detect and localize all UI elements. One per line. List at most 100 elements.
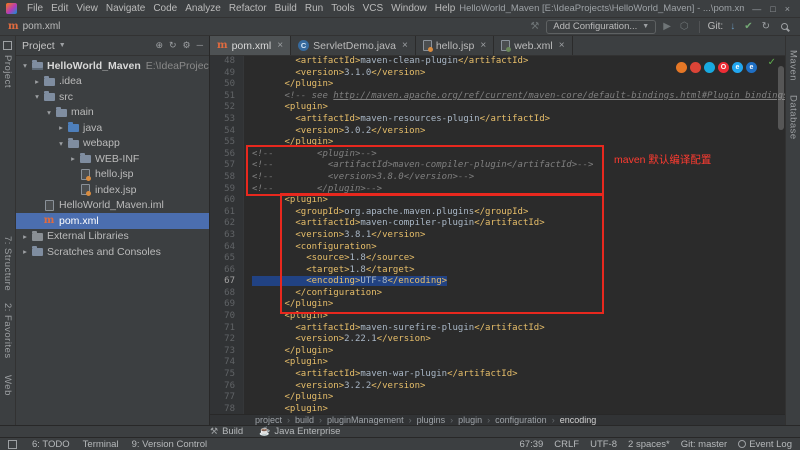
code-line[interactable]: 52 <plugin> [210,102,785,114]
tool-button-maven[interactable]: Maven [788,50,799,81]
tree-item-helloworld-maven[interactable]: ▾HelloWorld_MavenE:\IdeaProjects\HelloWo… [16,58,209,74]
chrome-icon[interactable] [690,62,701,73]
tab-pom-xml[interactable]: mpom.xml× [210,36,291,55]
menu-file[interactable]: File [23,2,47,15]
opera-icon[interactable]: O [718,62,729,73]
code-line[interactable]: 59<!-- </plugin>--> [210,184,785,196]
code-line[interactable]: 54 <version>3.0.2</version> [210,126,785,138]
menu-build[interactable]: Build [271,2,301,15]
tree-expand-arrow-icon[interactable]: ▸ [20,247,30,256]
breadcrumb-plugins[interactable]: plugins [417,415,446,425]
tool-button-2-favorites[interactable]: 2: Favorites [2,303,13,359]
code-line[interactable]: 56<!-- <plugin>--> [210,149,785,161]
tree-item-java[interactable]: ▸java [16,120,209,136]
code-line[interactable]: 51 <!-- see http://maven.apache.org/ref/… [210,91,785,103]
debug-icon[interactable]: ⬡ [678,21,691,32]
git-commit-icon[interactable]: ✔ [742,21,754,32]
close-icon[interactable]: × [277,40,283,51]
close-button[interactable]: × [785,4,790,14]
code-line[interactable]: 64 <configuration> [210,242,785,254]
tab-servletdemo-java[interactable]: CServletDemo.java× [291,36,416,55]
code-line[interactable]: 67 <encoding>UTF-8</encoding> [210,276,785,288]
breadcrumb-project[interactable]: project [255,415,282,425]
tab-hello-jsp[interactable]: hello.jsp× [416,36,494,55]
breadcrumb-configuration[interactable]: configuration [495,415,547,425]
maximize-button[interactable]: □ [770,4,775,14]
status-6-todo[interactable]: 6: TODO [32,439,70,450]
tree-expand-arrow-icon[interactable]: ▸ [68,154,78,163]
breadcrumb-plugin[interactable]: plugin [458,415,482,425]
menu-navigate[interactable]: Navigate [102,2,149,15]
ie-icon[interactable]: e [732,62,743,73]
menu-help[interactable]: Help [431,2,460,15]
safari-icon[interactable] [704,62,715,73]
tree-item-helloworld-maven-iml[interactable]: HelloWorld_Maven.iml [16,198,209,214]
tree-collapse-arrow-icon[interactable]: ▾ [20,61,30,70]
tool-window-icon[interactable] [3,41,12,50]
menu-code[interactable]: Code [149,2,181,15]
tree-collapse-arrow-icon[interactable]: ▾ [44,108,54,117]
locate-file-icon[interactable]: ⊕ [155,40,163,51]
code-line[interactable]: 70 <plugin> [210,311,785,323]
gear-icon[interactable]: ⚙ [183,40,191,51]
code-line[interactable]: 77 </plugin> [210,392,785,404]
search-icon[interactable] [781,23,788,30]
hide-panel-icon[interactable]: ─ [197,40,203,51]
tree-collapse-arrow-icon[interactable]: ▾ [32,92,42,101]
tool-button-database[interactable]: Database [788,95,799,140]
firefox-icon[interactable] [676,62,687,73]
status-event-log[interactable]: Event Log [738,439,792,450]
tool-button-java-enterprise[interactable]: ☕Java Enterprise [259,426,340,437]
menu-vcs[interactable]: VCS [359,2,388,15]
navbar-file[interactable]: m pom.xml [8,21,60,32]
minimize-button[interactable]: — [752,4,761,14]
code-line[interactable]: 65 <source>1.8</source> [210,253,785,265]
status-2-spaces[interactable]: 2 spaces* [628,439,670,450]
status-git-master[interactable]: Git: master [681,439,727,450]
menu-view[interactable]: View [72,2,102,15]
tree-expand-arrow-icon[interactable]: ▸ [56,123,66,132]
code-line[interactable]: 68 </configuration> [210,288,785,300]
code-line[interactable]: 69 </plugin> [210,299,785,311]
tool-button-7-structure[interactable]: 7: Structure [2,236,13,291]
breadcrumb-encoding[interactable]: encoding [560,415,597,425]
tree-item-web-inf[interactable]: ▸WEB-INF [16,151,209,167]
editor-scrollbar[interactable] [778,66,784,130]
code-line[interactable]: 62 <artifactId>maven-compiler-plugin</ar… [210,218,785,230]
menu-run[interactable]: Run [301,2,327,15]
tree-item-main[interactable]: ▾main [16,105,209,121]
code-line[interactable]: 57<!-- <artifactId>maven-compiler-plugin… [210,160,785,172]
code-line[interactable]: 50 </plugin> [210,79,785,91]
inspection-ok-icon[interactable]: ✓ [768,57,776,68]
close-icon[interactable]: × [402,40,408,51]
code-line[interactable]: 76 <version>3.2.2</version> [210,381,785,393]
menu-analyze[interactable]: Analyze [181,2,225,15]
code-line[interactable]: 74 <plugin> [210,357,785,369]
code-line[interactable]: 71 <artifactId>maven-surefire-plugin</ar… [210,323,785,335]
close-icon[interactable]: × [480,40,486,51]
tree-collapse-arrow-icon[interactable]: ▾ [56,139,66,148]
code-line[interactable]: 75 <artifactId>maven-war-plugin</artifac… [210,369,785,381]
tool-window-switcher-icon[interactable] [8,440,17,449]
git-revert-icon[interactable]: ↻ [760,21,772,32]
status-67-39[interactable]: 67:39 [520,439,544,450]
code-line[interactable]: 72 <version>2.22.1</version> [210,334,785,346]
code-line[interactable]: 60 <plugin> [210,195,785,207]
tree-item-idea[interactable]: ▸.idea [16,74,209,90]
tree-expand-arrow-icon[interactable]: ▸ [20,232,30,241]
code-line[interactable]: 61 <groupId>org.apache.maven.plugins</gr… [210,207,785,219]
status-9-version-control[interactable]: 9: Version Control [132,439,208,450]
code-line[interactable]: 66 <target>1.8</target> [210,265,785,277]
edge-icon[interactable]: e [746,62,757,73]
tool-button-project[interactable]: Project [2,55,13,88]
collapse-all-icon[interactable]: ↻ [169,40,177,51]
chevron-down-icon[interactable]: ▼ [59,42,66,49]
tree-expand-arrow-icon[interactable]: ▸ [32,77,42,86]
tree-item-webapp[interactable]: ▾webapp [16,136,209,152]
tree-item-pom-xml[interactable]: mpom.xml [16,213,209,229]
run-configuration-select[interactable]: Add Configuration... ▼ [546,20,656,34]
code-editor[interactable]: 48 <artifactId>maven-clean-plugin</artif… [210,56,785,414]
run-icon[interactable]: ▶ [661,21,673,32]
menu-tools[interactable]: Tools [327,2,358,15]
build-hammer-icon[interactable]: ⚒ [528,21,541,32]
